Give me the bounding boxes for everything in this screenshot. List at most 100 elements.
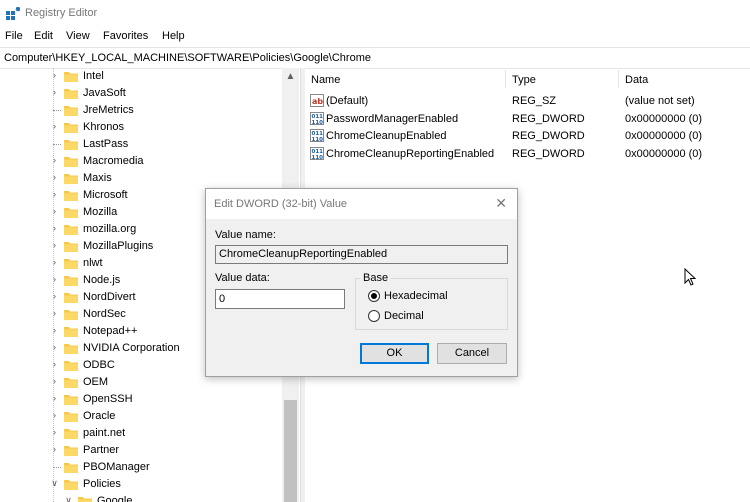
decimal-label[interactable]: Decimal	[384, 310, 424, 322]
tree-item[interactable]: JreMetrics	[0, 102, 282, 119]
tree-item[interactable]: › OpenSSH	[0, 391, 282, 408]
value-data-text[interactable]: 0	[219, 293, 225, 305]
tree-item[interactable]: › JavaSoft	[0, 85, 282, 102]
tree-item[interactable]: › paint.net	[0, 425, 282, 442]
chevron-right-icon[interactable]: ›	[50, 173, 59, 182]
tree-item-label: Macromedia	[83, 155, 144, 167]
close-icon[interactable]: ✕	[495, 195, 507, 212]
window-title: Registry Editor	[25, 7, 98, 19]
chevron-right-icon[interactable]: ›	[50, 394, 59, 403]
tree-item[interactable]: › Intel	[0, 68, 282, 85]
scroll-up-arrow-icon[interactable]: ▲	[282, 68, 299, 85]
tree-item[interactable]: › Khronos	[0, 119, 282, 136]
chevron-right-icon[interactable]: ›	[50, 326, 59, 335]
tree-item-label: nlwt	[83, 257, 103, 269]
chevron-down-icon[interactable]: ∨	[64, 496, 73, 502]
tree-item-label: OEM	[83, 376, 109, 388]
tree-item-label: Node.js	[83, 274, 121, 286]
values-header: Name Type Data	[305, 70, 750, 88]
base-label: Base	[360, 272, 392, 284]
value-name: (Default)	[326, 95, 369, 107]
chevron-right-icon[interactable]: ›	[50, 411, 59, 420]
chevron-right-icon[interactable]: ›	[50, 258, 59, 267]
tree-item[interactable]: › Oracle	[0, 408, 282, 425]
chevron-right-icon[interactable]: ›	[50, 292, 59, 301]
svg-text:ab: ab	[312, 97, 323, 106]
menu-view[interactable]: View	[66, 30, 90, 42]
ok-button[interactable]: OK	[360, 343, 429, 364]
menu-bar: File Edit View Favorites Help	[0, 28, 750, 46]
menu-favorites[interactable]: Favorites	[103, 30, 148, 42]
chevron-right-icon[interactable]: ›	[50, 156, 59, 165]
value-row[interactable]: ab (Default) REG_SZ (value not set)	[305, 92, 750, 110]
dialog-titlebar[interactable]: Edit DWORD (32-bit) Value ✕	[206, 189, 517, 219]
column-data[interactable]: Data	[625, 74, 648, 86]
chevron-right-icon[interactable]: ›	[50, 343, 59, 352]
value-row[interactable]: 011 110 PasswordManagerEnabled REG_DWORD…	[305, 110, 750, 128]
column-divider[interactable]	[505, 70, 506, 88]
tree-item-label: mozilla.org	[83, 223, 137, 235]
folder-icon	[64, 106, 78, 116]
chevron-right-icon[interactable]: ›	[50, 71, 59, 80]
folder-icon	[64, 140, 78, 150]
chevron-right-icon[interactable]: ›	[50, 275, 59, 284]
tree-item[interactable]: ∨ Policies	[0, 476, 282, 493]
menu-edit[interactable]: Edit	[34, 30, 53, 42]
chevron-right-icon[interactable]: ›	[50, 207, 59, 216]
chevron-right-icon[interactable]: ›	[50, 377, 59, 386]
folder-icon	[64, 293, 78, 303]
base-group	[355, 278, 508, 330]
menu-file[interactable]: File	[5, 30, 23, 42]
tree-item-label: Microsoft	[83, 189, 128, 201]
tree-connector	[53, 144, 61, 146]
column-type[interactable]: Type	[512, 74, 536, 86]
tree-item-label: paint.net	[83, 427, 126, 439]
tree-connector	[53, 467, 61, 469]
column-name[interactable]: Name	[311, 74, 340, 86]
menu-help[interactable]: Help	[162, 30, 185, 42]
tree-item[interactable]: › Partner	[0, 442, 282, 459]
value-name: PasswordManagerEnabled	[326, 113, 459, 125]
tree-item[interactable]: ∨ Google	[0, 493, 282, 502]
address-path[interactable]: Computer\HKEY_LOCAL_MACHINE\SOFTWARE\Pol…	[4, 52, 371, 64]
value-name-label: Value name:	[215, 229, 276, 241]
chevron-right-icon[interactable]: ›	[50, 190, 59, 199]
chevron-down-icon[interactable]: ∨	[50, 479, 59, 488]
tree-item[interactable]: LastPass	[0, 136, 282, 153]
value-data: 0x00000000 (0)	[625, 113, 703, 125]
chevron-right-icon[interactable]: ›	[50, 360, 59, 369]
folder-icon	[64, 157, 78, 167]
chevron-right-icon[interactable]: ›	[50, 428, 59, 437]
hexadecimal-radio[interactable]	[368, 290, 380, 302]
scrollbar-thumb[interactable]	[284, 400, 297, 502]
column-divider[interactable]	[618, 70, 619, 88]
value-row[interactable]: 011 110 ChromeCleanupReportingEnabled RE…	[305, 145, 750, 163]
tree-item-label: ODBC	[83, 359, 115, 371]
folder-icon	[64, 480, 78, 490]
chevron-right-icon[interactable]: ›	[50, 241, 59, 250]
value-row[interactable]: 011 110 ChromeCleanupEnabled REG_DWORD 0…	[305, 127, 750, 145]
decimal-radio[interactable]	[368, 310, 380, 322]
value-data-input[interactable]: 0	[215, 289, 345, 309]
svg-text:110: 110	[312, 155, 324, 160]
chevron-right-icon[interactable]: ›	[50, 88, 59, 97]
value-name: ChromeCleanupReportingEnabled	[326, 148, 495, 160]
folder-icon	[64, 276, 78, 286]
tree-item[interactable]: PBOManager	[0, 459, 282, 476]
address-bar[interactable]: Computer\HKEY_LOCAL_MACHINE\SOFTWARE\Pol…	[0, 47, 750, 69]
cancel-button[interactable]: Cancel	[437, 343, 507, 364]
chevron-right-icon[interactable]: ›	[50, 122, 59, 131]
tree-item[interactable]: › Maxis	[0, 170, 282, 187]
value-data: 0x00000000 (0)	[625, 148, 703, 160]
tree-item[interactable]: › Macromedia	[0, 153, 282, 170]
string-value-icon: ab	[310, 94, 324, 107]
hexadecimal-label[interactable]: Hexadecimal	[384, 290, 448, 302]
value-type: REG_DWORD	[512, 130, 585, 142]
tree-item-label: Mozilla	[83, 206, 118, 218]
folder-icon	[64, 446, 78, 456]
folder-icon	[64, 310, 78, 320]
chevron-right-icon[interactable]: ›	[50, 309, 59, 318]
mouse-cursor-icon	[684, 268, 696, 286]
chevron-right-icon[interactable]: ›	[50, 224, 59, 233]
chevron-right-icon[interactable]: ›	[50, 445, 59, 454]
